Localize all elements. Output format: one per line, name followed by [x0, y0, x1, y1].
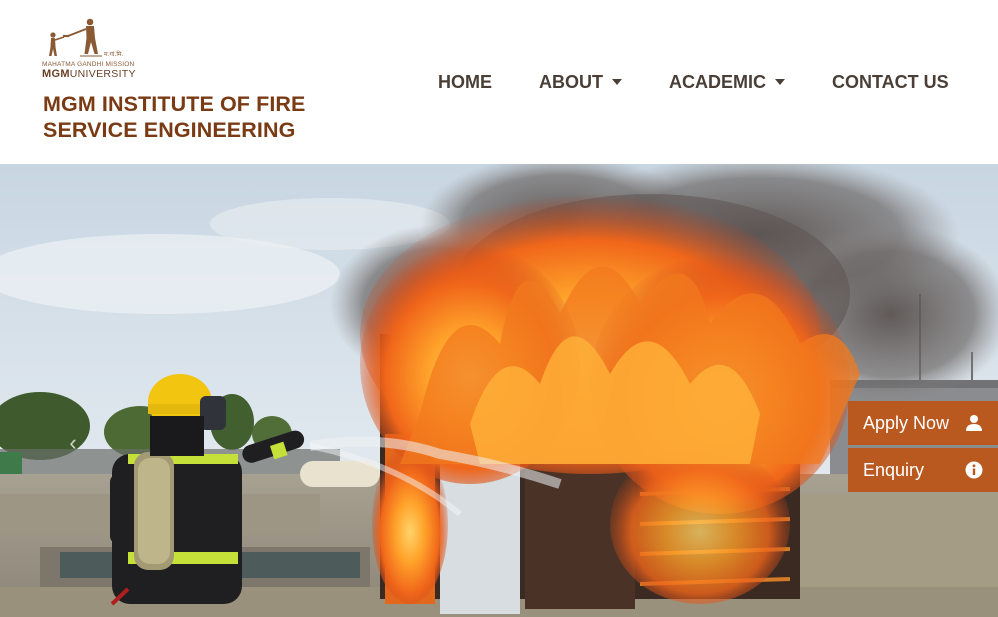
- nav-about[interactable]: ABOUT: [539, 72, 622, 93]
- site-title-line1: MGM INSTITUTE OF FIRE: [43, 92, 306, 116]
- chevron-down-icon: [775, 79, 785, 85]
- hero-carousel: ‹: [0, 164, 998, 617]
- nav-contact-label: CONTACT US: [832, 71, 949, 92]
- user-icon: [964, 413, 984, 433]
- apply-now-button[interactable]: Apply Now: [848, 401, 998, 445]
- logo-wordmark: MGMUNIVERSITY: [42, 68, 136, 80]
- apply-now-label: Apply Now: [863, 412, 950, 433]
- site-header: म.गां.मि. MAHATMA GANDHI MISSION MGMUNIV…: [0, 0, 998, 164]
- hero-fire-image: [0, 164, 998, 617]
- logo-university-text: UNIVERSITY: [69, 68, 136, 80]
- nav-home[interactable]: HOME: [438, 72, 492, 93]
- site-title[interactable]: MGM INSTITUTE OF FIRE SERVICE ENGINEERIN…: [43, 91, 333, 143]
- nav-about-label: ABOUT: [539, 71, 603, 92]
- carousel-prev-button[interactable]: ‹: [62, 432, 84, 454]
- main-nav: HOME ABOUT ACADEMIC CONTACT US: [438, 70, 949, 94]
- logo-mgm-text: MGM: [42, 68, 70, 80]
- logo-subtitle: MAHATMA GANDHI MISSION: [42, 61, 135, 68]
- chevron-left-icon: ‹: [69, 430, 77, 455]
- enquiry-button[interactable]: Enquiry: [848, 448, 998, 492]
- info-icon: [964, 460, 984, 480]
- nav-home-label: HOME: [438, 71, 492, 92]
- site-title-line2: SERVICE ENGINEERING: [43, 118, 296, 142]
- logo-emblem-icon: [49, 18, 102, 57]
- enquiry-label: Enquiry: [863, 459, 925, 480]
- nav-contact-us[interactable]: CONTACT US: [832, 72, 949, 93]
- nav-academic[interactable]: ACADEMIC: [669, 72, 785, 93]
- mgm-university-logo[interactable]: म.गां.मि. MAHATMA GANDHI MISSION MGMUNIV…: [42, 16, 146, 84]
- nav-academic-label: ACADEMIC: [669, 71, 766, 92]
- logo-hindi-text: म.गां.मि.: [104, 51, 124, 58]
- chevron-down-icon: [612, 79, 622, 85]
